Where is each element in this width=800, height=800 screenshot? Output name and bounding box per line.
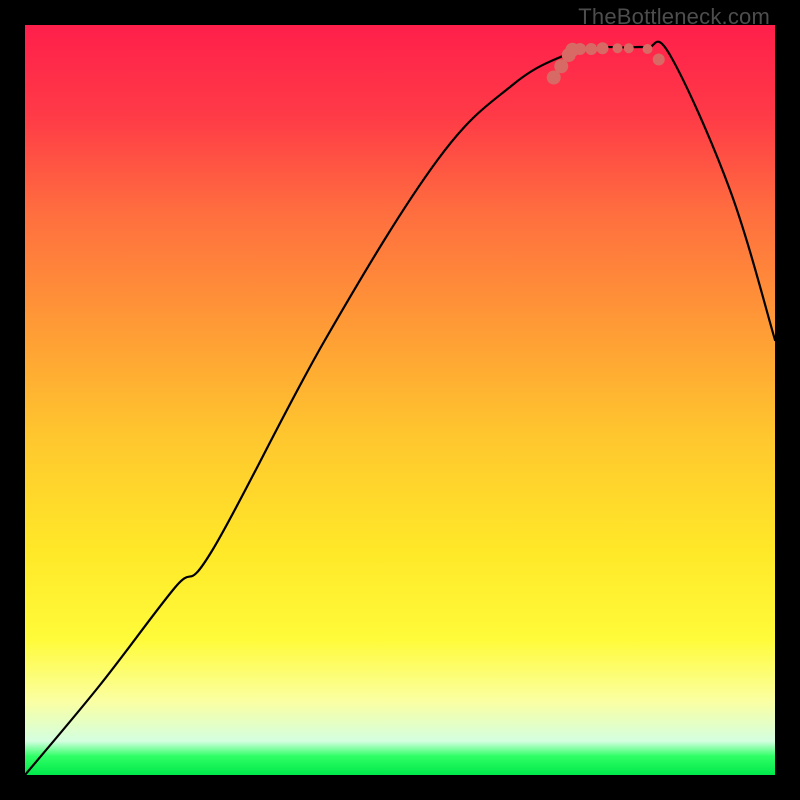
marker-dot [597,42,609,54]
marker-dot [574,43,586,55]
marker-dot [624,43,634,53]
marker-dot [585,43,597,55]
marker-dot [653,54,665,66]
chart-frame [25,25,775,775]
gradient-background [25,25,775,775]
marker-dot [643,44,653,54]
bottleneck-chart [25,25,775,775]
marker-dot [613,43,623,53]
